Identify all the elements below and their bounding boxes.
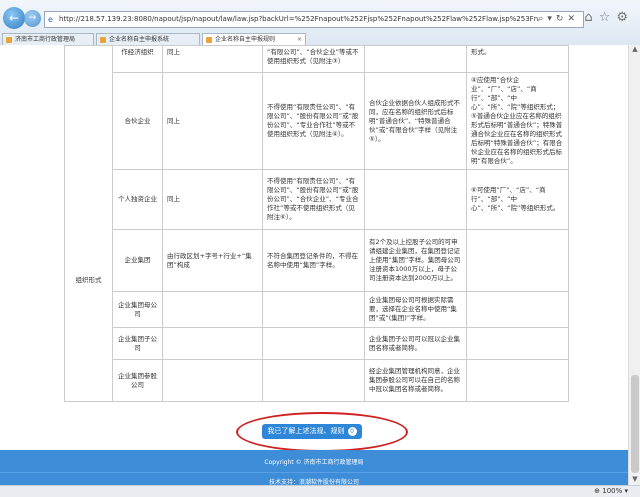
table-row: 企业集团参股公司 经企业集团管理机构同意，企业集团参股公司可以在自己的名称中冠以… [65,359,569,402]
tab-shenbao-system[interactable]: 企业名称自主申报系统 [96,33,200,45]
row-notes: 有2个及以上控股子公司的可申请组建企业集团，在集团登记证上使用“集团”字样。集团… [364,229,467,292]
row-name: 企业集团子公司 [112,327,163,360]
table-row: 组织形式 作经济组织 同上 “有限公司”、“合伙企业”等或不使用组织形式（见附注… [64,45,569,402]
tab-label: 济南市工商行政管理局 [15,36,76,43]
tab-label: 企业名称自主申报系统 [109,36,170,43]
row-rule: 同上 [162,72,263,170]
row-name: 企业集团母公司 [112,291,163,328]
row-rule [162,359,263,402]
row-name: 个人独资企业 [112,169,163,230]
row-restriction: 不得使用“有限责任公司”、“有限公司”、“股份有限公司”或“股份公司”、“专业合… [262,72,365,170]
row-name: 合伙企业 [112,72,163,170]
support-text: 技术支持：浪潮软件股份有限公司 [0,472,628,485]
table-row: 企业集团 由行政区划+字号+行业+“集团”构成 不符合集团登记条件的，不得在名称… [65,229,569,292]
tab-gongshang[interactable]: 济南市工商行政管理局 [2,33,94,45]
address-tools[interactable]: ⌕▾↻✕ [538,14,579,24]
refresh-icon[interactable]: ↻ [556,14,568,24]
home-icon[interactable]: ⌂ [584,10,598,25]
browser-toolbar: ⌂☆⚙ [584,10,634,25]
row-name: 企业集团参股公司 [112,359,163,402]
back-button[interactable]: ← [3,7,25,29]
ie-icon: e [48,15,53,24]
agree-button-label: 我已了解上述法规、规则 [267,427,345,435]
row-notes: 企业集团母公司可根据实际需要，选择在企业名称中使用“集团”或“(集团)”字样。 [364,291,467,328]
row-notes: 企业集团子公司可以冠以企业集团名称或者简称。 [364,327,467,360]
table-row: 合伙企业 同上 不得使用“有限责任公司”、“有限公司”、“股份有限公司”或“股份… [65,72,569,170]
copyright-text: Copyright © 济南市工商行政管理局 [264,459,364,466]
row-extra [466,229,569,292]
row-extra: ⑥可使用“厂”、“店”、“商行”、“部”、“中心”、“所”、“院”等组织形式。 [466,169,569,230]
row-rule: 同上 [162,169,263,230]
close-icon[interactable]: ✕ [567,14,579,24]
row-restriction: 不得使用“有限责任公司”、“有限公司”、“股份有限公司”或“股份公司”、“合伙企… [262,169,365,230]
row-rule: 由行政区划+字号+行业+“集团”构成 [162,229,263,292]
vertical-scrollbar[interactable]: ▲ ▼ [628,45,640,485]
row-rule [162,291,263,328]
settings-icon[interactable]: ⚙ [616,10,634,25]
page-icon [206,37,212,43]
close-tab-icon[interactable]: × [297,34,302,45]
row-rule: 同上 [162,45,263,73]
row-extra [466,327,569,360]
agree-button[interactable]: 我已了解上述法规、规则 0 [262,424,362,439]
row-extra: ④应使用“合伙企业”、“厂”、“店”、“商行”、“部”、“中心”、“所”、“院”… [466,72,569,170]
row-restriction [262,291,365,328]
url-text: http://218.57.139.23:8080/napout/jsp/nap… [59,15,539,23]
status-bar: ⊕ 100% ▾ [0,485,640,497]
browser-chrome: ← → e http://218.57.139.23:8080/napout/j… [0,0,640,45]
row-restriction [262,359,365,402]
row-rule [162,327,263,360]
page-content: 组织形式 作经济组织 同上 “有限公司”、“合伙企业”等或不使用组织形式（见附注… [0,45,628,485]
row-extra [466,291,569,328]
row-notes: 经企业集团管理机构同意，企业集团参股公司可以在自己的名称中冠以集团名称或者简称。 [364,359,467,402]
section-label: 组织形式 [64,45,113,402]
scroll-up-icon[interactable]: ▲ [629,45,640,55]
row-notes [364,169,467,230]
rules-table: 组织形式 作经济组织 同上 “有限公司”、“合伙企业”等或不使用组织形式（见附注… [64,45,569,402]
tab-shenbao-rules[interactable]: 企业名称自主申报规则 × [202,33,306,45]
page-icon [6,37,12,43]
row-notes: 合伙企业依据合伙人组成形式不同，应在名称的组织形式后标明“普通合伙”、“特殊普通… [364,72,467,170]
forward-button[interactable]: → [24,10,41,27]
row-extra: 形式。 [466,45,569,73]
row-restriction: 不符合集团登记条件的，不得在名称中使用“集团”字样。 [262,229,365,292]
tab-label: 企业名称自主申报规则 [215,36,276,43]
dropdown-icon[interactable]: ▾ [547,14,556,24]
favorites-icon[interactable]: ☆ [599,10,617,25]
row-notes [364,45,467,73]
zoom-level[interactable]: ⊕ 100% ▾ [594,487,628,495]
table-row: 企业集团母公司 企业集团母公司可根据实际需要，选择在企业名称中使用“集团”或“(… [65,291,569,328]
scroll-thumb[interactable] [631,375,639,473]
countdown-badge: 0 [347,427,357,436]
row-restriction: “有限公司”、“合伙企业”等或不使用组织形式（见附注③） [262,45,365,73]
row-name: 作经济组织 [112,45,163,73]
address-bar[interactable]: e http://218.57.139.23:8080/napout/jsp/n… [44,11,584,28]
row-name: 企业集团 [112,229,163,292]
tab-bar: 济南市工商行政管理局 企业名称自主申报系统 企业名称自主申报规则 × [0,33,640,45]
row-restriction [262,327,365,360]
table-row: 企业集团子公司 企业集团子公司可以冠以企业集团名称或者简称。 [65,327,569,360]
row-extra [466,359,569,402]
scroll-down-icon[interactable]: ▼ [629,475,640,485]
footer: Copyright © 济南市工商行政管理局 技术支持：浪潮软件股份有限公司 [0,450,628,485]
page-icon [100,37,106,43]
table-row: 个人独资企业 同上 不得使用“有限责任公司”、“有限公司”、“股份有限公司”或“… [65,169,569,230]
